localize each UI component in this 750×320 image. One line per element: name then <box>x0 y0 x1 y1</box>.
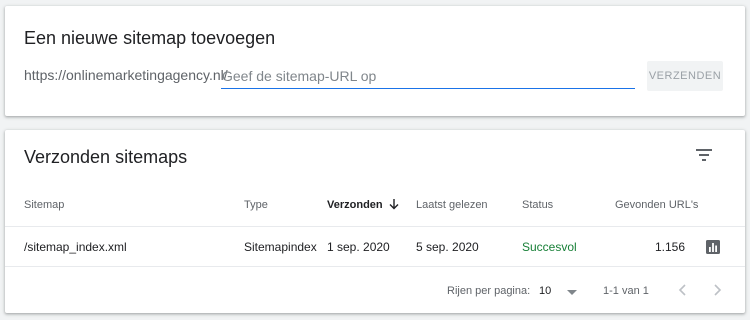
status-cell: Succesvol <box>522 240 577 254</box>
submitted-cell: 1 sep. 2020 <box>327 240 390 254</box>
bar-chart-icon[interactable] <box>703 237 723 257</box>
dropdown-arrow-icon <box>567 290 577 295</box>
add-sitemap-title: Een nieuwe sitemap toevoegen <box>24 28 276 48</box>
submitted-sitemaps-title: Verzonden sitemaps <box>24 147 188 167</box>
column-header-submitted[interactable]: Verzonden <box>327 199 399 213</box>
header-divider <box>5 226 745 227</box>
column-header-status[interactable]: Status <box>522 199 553 211</box>
type-cell: Sitemapindex <box>244 240 317 254</box>
column-header-sitemap[interactable]: Sitemap <box>24 199 64 211</box>
column-header-submitted-label: Verzonden <box>327 199 383 211</box>
submit-button[interactable]: VERZENDEN <box>647 61 723 91</box>
last-read-cell: 5 sep. 2020 <box>416 240 479 254</box>
filter-list-icon[interactable] <box>694 145 716 165</box>
column-header-last-read[interactable]: Laatst gelezen <box>416 199 488 211</box>
rows-per-page-value: 10 <box>539 285 552 297</box>
add-sitemap-card: Een nieuwe sitemap toevoegen https://onl… <box>5 6 745 116</box>
found-urls-cell: 1.156 <box>655 240 686 254</box>
rows-per-page-select[interactable]: 10 <box>539 283 581 301</box>
next-page-icon[interactable] <box>709 281 725 299</box>
column-header-found-urls[interactable]: Gevonden URL's <box>615 199 698 211</box>
rows-per-page-label: Rijen per pagina: <box>447 285 531 297</box>
previous-page-icon[interactable] <box>675 281 691 299</box>
url-prefix: https://onlinemarketingagency.nl/ <box>24 67 228 83</box>
sitemap-cell: /sitemap_index.xml <box>24 240 127 254</box>
submitted-sitemaps-card: Verzonden sitemaps Sitemap Type Verzonde… <box>5 130 745 313</box>
column-header-type[interactable]: Type <box>244 199 268 211</box>
sitemap-url-input[interactable] <box>221 64 635 89</box>
arrow-down-icon <box>389 199 399 213</box>
pagination-range: 1-1 van 1 <box>603 285 649 297</box>
row-divider <box>5 266 745 267</box>
